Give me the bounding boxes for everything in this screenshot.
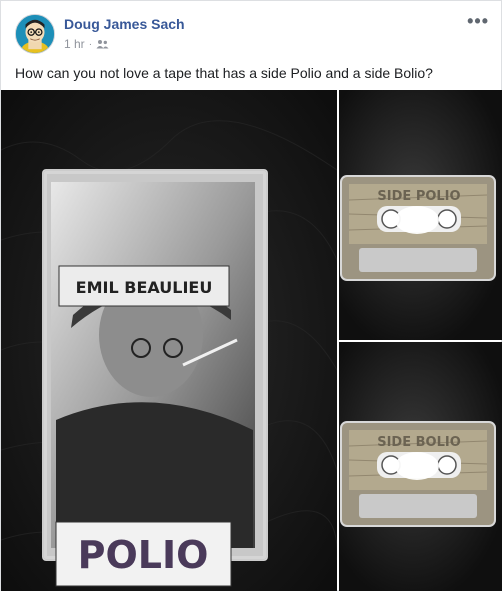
cassette-bottom-label: SIDE BOLIO [377,435,461,450]
post-author-name[interactable]: Doug James Sach [64,16,185,32]
cassette-side-polio-photo: SIDE POLIO [339,90,502,340]
cassette-top-label: SIDE POLIO [377,189,460,204]
meta-separator: · [88,38,93,50]
facebook-post: Doug James Sach 1 hr · ••• How can you n… [0,0,502,591]
post-text: How can you not love a tape that has a s… [15,65,433,81]
post-timestamp[interactable]: 1 hr [64,37,85,51]
photo-main[interactable]: EMIL BEAULIEU POLIO [1,90,337,591]
tape-bottom-label: POLIO [78,533,209,577]
photo-cassette-side-bolio[interactable]: SIDE BOLIO [339,342,502,591]
avatar-cartoon-face-icon [16,15,54,53]
avatar[interactable] [15,14,55,54]
more-options-icon[interactable]: ••• [467,11,489,32]
photo-gallery: EMIL BEAULIEU POLIO SIDE POLIO SIDE BOLI… [1,90,502,591]
post-meta: 1 hr · [64,37,109,51]
friends-icon[interactable] [96,39,109,49]
cassette-case-photo: EMIL BEAULIEU POLIO [1,90,337,591]
photo-cassette-side-polio[interactable]: SIDE POLIO [339,90,502,340]
cassette-side-bolio-photo: SIDE BOLIO [339,342,502,591]
tape-top-label: EMIL BEAULIEU [76,278,213,297]
